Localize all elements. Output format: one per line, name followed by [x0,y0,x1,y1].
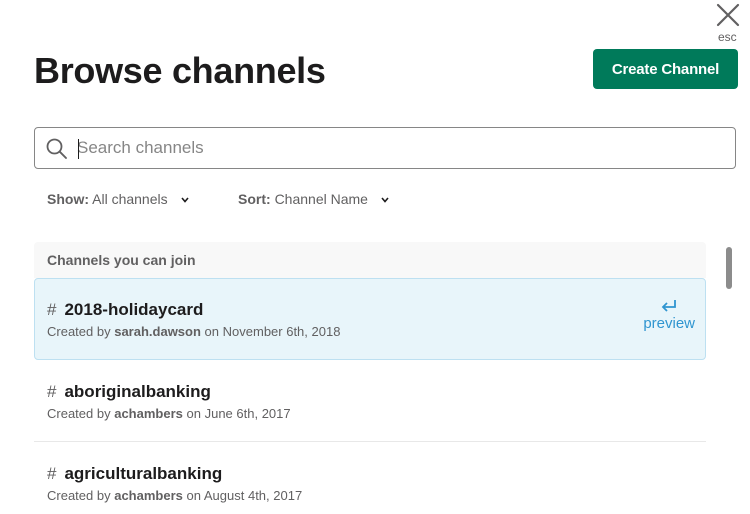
channel-creator: achambers [114,406,183,421]
sort-label: Sort: [238,191,271,207]
channel-name: #2018-holidaycard [47,300,204,319]
section-header: Channels you can join [34,242,706,278]
channel-creator: sarah.dawson [114,324,201,339]
show-filter-dropdown[interactable]: Show: All channels [47,191,189,207]
channel-date: November 6th, 2018 [222,324,341,339]
enter-key-icon [661,300,677,312]
channel-row-aboriginalbanking[interactable]: # aboriginalbanking Created by achambers … [34,360,706,442]
channel-date: August 4th, 2017 [203,488,303,503]
scrollbar-thumb[interactable] [726,247,732,289]
channel-name: # aboriginalbanking [47,382,211,401]
channel-date: June 6th, 2017 [204,406,291,421]
channel-creator: achambers [114,488,183,503]
search-box[interactable] [34,127,736,169]
hash-icon: # [47,300,57,319]
channel-meta: Created by achambers on August 4th, 2017 [47,488,303,503]
hash-icon: # [47,464,57,483]
page-title: Browse channels [34,50,326,91]
close-button[interactable]: esc [712,0,744,46]
preview-button[interactable]: preview [643,299,695,332]
channel-meta: Created by achambers on June 6th, 2017 [47,406,291,421]
esc-hint: esc [718,30,737,44]
chevron-down-icon [180,197,189,203]
show-filter-value: All channels [92,191,168,207]
channel-list: Channels you can join #2018-holidaycard … [34,242,706,514]
show-filter-label: Show: [47,191,89,207]
text-cursor [78,139,79,159]
channel-row-agriculturalbanking[interactable]: # agriculturalbanking Created by achamber… [34,442,706,514]
preview-label: preview [643,315,695,332]
channel-row-2018-holidaycard[interactable]: #2018-holidaycard Created by sarah.dawso… [34,278,706,360]
hash-icon: # [47,382,57,401]
chevron-down-icon [381,197,389,203]
create-channel-button[interactable]: Create Channel [593,49,738,89]
browse-channels-dialog: esc Browse channels Create Channel Show:… [0,0,750,514]
search-icon [46,138,67,159]
sort-dropdown[interactable]: Sort: Channel Name [238,191,389,207]
search-input[interactable] [77,133,717,163]
close-icon [716,3,740,27]
channel-name: # agriculturalbanking [47,464,223,483]
channel-meta: Created by sarah.dawson on November 6th,… [47,324,341,339]
sort-value: Channel Name [274,191,368,207]
